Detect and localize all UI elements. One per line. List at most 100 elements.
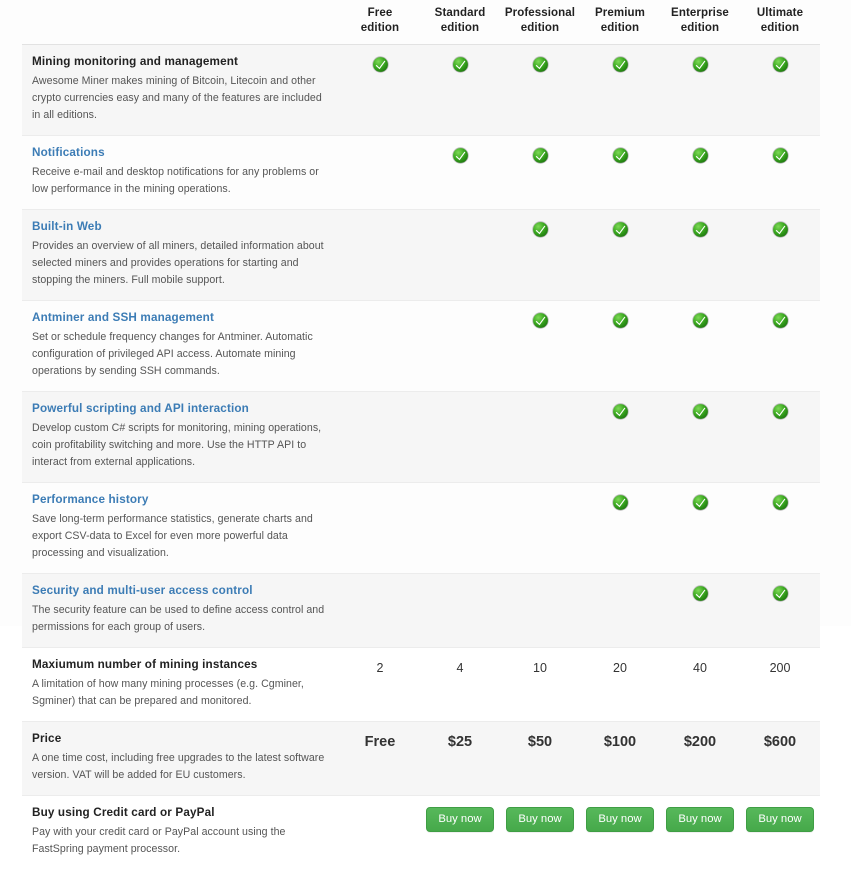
feature-description: Develop custom C# scripts for monitoring…: [32, 420, 326, 471]
check-circle-icon: [692, 221, 709, 238]
column-header-enterprise: Enterprise edition: [660, 6, 740, 45]
table-row: Powerful scripting and API interaction De…: [22, 392, 820, 483]
value-cell-standard: [420, 392, 500, 483]
feature-cell: Buy using Credit card or PayPalPay with …: [22, 796, 340, 869]
value-cell-professional: $50: [500, 722, 580, 796]
feature-description: A one time cost, including free upgrades…: [32, 750, 326, 784]
value-cell-free: [340, 210, 420, 301]
column-header-ultimate: Ultimate edition: [740, 6, 820, 45]
check-circle-icon: [612, 312, 629, 329]
edition-suffix: edition: [361, 22, 399, 34]
cell-value: $200: [684, 734, 716, 751]
table-row: Antminer and SSH management Set or schedu…: [22, 301, 820, 392]
value-cell-professional: [500, 210, 580, 301]
value-cell-premium: [580, 392, 660, 483]
value-cell-enterprise: [660, 210, 740, 301]
check-circle-icon: [772, 403, 789, 420]
edition-suffix: edition: [761, 22, 799, 34]
table-row: Buy using Credit card or PayPalPay with …: [22, 796, 820, 869]
value-cell-standard: [420, 483, 500, 574]
value-cell-ultimate: [740, 392, 820, 483]
value-cell-premium: [580, 136, 660, 210]
value-cell-professional: [500, 574, 580, 648]
check-circle-icon: [772, 56, 789, 73]
check-circle-icon: [532, 147, 549, 164]
edition-name: Professional: [505, 7, 575, 19]
value-cell-free: Free: [340, 722, 420, 796]
table-row: Mining monitoring and managementAwesome …: [22, 45, 820, 136]
value-cell-free: [340, 136, 420, 210]
table-row: Maxiumum number of mining instancesA lim…: [22, 648, 820, 722]
value-cell-professional: 10: [500, 648, 580, 722]
feature-title: Maxiumum number of mining instances: [32, 657, 326, 673]
feature-description: Set or schedule frequency changes for An…: [32, 329, 326, 380]
table-row: Built-in WebProvides an overview of all …: [22, 210, 820, 301]
value-cell-standard: [420, 574, 500, 648]
value-cell-professional: [500, 483, 580, 574]
check-circle-icon: [532, 221, 549, 238]
feature-title[interactable]: Antminer and SSH management: [32, 310, 326, 326]
feature-description: The security feature can be used to defi…: [32, 602, 326, 636]
value-cell-enterprise[interactable]: Buy now: [660, 796, 740, 869]
edition-suffix: edition: [521, 22, 559, 34]
check-circle-icon: [452, 147, 469, 164]
value-cell-ultimate: [740, 574, 820, 648]
check-circle-icon: [612, 403, 629, 420]
feature-title[interactable]: Performance history: [32, 492, 326, 508]
cell-value: $50: [528, 734, 552, 751]
edition-comparison-table: Free edition Standard edition Profession…: [22, 6, 820, 869]
feature-title[interactable]: Security and multi-user access control: [32, 583, 326, 599]
cell-value: $600: [764, 734, 796, 751]
value-cell-free: [340, 796, 420, 869]
feature-description: Save long-term performance statistics, g…: [32, 511, 326, 562]
value-cell-standard[interactable]: Buy now: [420, 796, 500, 869]
feature-title[interactable]: Powerful scripting and API interaction: [32, 401, 326, 417]
value-cell-premium[interactable]: Buy now: [580, 796, 660, 869]
value-cell-enterprise: $200: [660, 722, 740, 796]
buy-now-button[interactable]: Buy now: [666, 807, 733, 832]
table-body: Mining monitoring and managementAwesome …: [22, 45, 820, 869]
check-circle-icon: [772, 147, 789, 164]
feature-title[interactable]: Notifications: [32, 145, 326, 161]
check-circle-icon: [772, 494, 789, 511]
value-cell-standard: [420, 136, 500, 210]
check-circle-icon: [612, 494, 629, 511]
cell-value: 20: [613, 660, 627, 677]
feature-cell: Mining monitoring and managementAwesome …: [22, 45, 340, 136]
value-cell-premium: [580, 301, 660, 392]
table-row: Security and multi-user access control Th…: [22, 574, 820, 648]
column-header-premium: Premium edition: [580, 6, 660, 45]
value-cell-ultimate: [740, 483, 820, 574]
buy-now-button[interactable]: Buy now: [506, 807, 573, 832]
value-cell-enterprise: [660, 45, 740, 136]
feature-title[interactable]: Built-in Web: [32, 219, 326, 235]
column-header-professional: Professional edition: [500, 6, 580, 45]
value-cell-premium: [580, 574, 660, 648]
value-cell-enterprise: [660, 392, 740, 483]
value-cell-enterprise: 40: [660, 648, 740, 722]
buy-now-button[interactable]: Buy now: [586, 807, 653, 832]
edition-name: Free: [368, 7, 393, 19]
edition-name: Premium: [595, 7, 645, 19]
buy-now-button[interactable]: Buy now: [746, 807, 813, 832]
table-row: Performance history Save long-term perfor…: [22, 483, 820, 574]
cell-value: 4: [457, 660, 464, 677]
value-cell-enterprise: [660, 136, 740, 210]
feature-column-header: [22, 6, 340, 45]
table-row: NotificationsReceive e-mail and desktop …: [22, 136, 820, 210]
value-cell-professional[interactable]: Buy now: [500, 796, 580, 869]
value-cell-ultimate[interactable]: Buy now: [740, 796, 820, 869]
value-cell-premium: $100: [580, 722, 660, 796]
check-circle-icon: [612, 56, 629, 73]
check-circle-icon: [452, 56, 469, 73]
feature-cell: Built-in WebProvides an overview of all …: [22, 210, 340, 301]
value-cell-professional: [500, 136, 580, 210]
value-cell-standard: $25: [420, 722, 500, 796]
table-row: PriceA one time cost, including free upg…: [22, 722, 820, 796]
edition-name: Standard: [435, 7, 486, 19]
feature-cell: Powerful scripting and API interaction De…: [22, 392, 340, 483]
buy-now-button[interactable]: Buy now: [426, 807, 493, 832]
edition-name: Ultimate: [757, 7, 803, 19]
value-cell-enterprise: [660, 483, 740, 574]
feature-cell: Security and multi-user access control Th…: [22, 574, 340, 648]
